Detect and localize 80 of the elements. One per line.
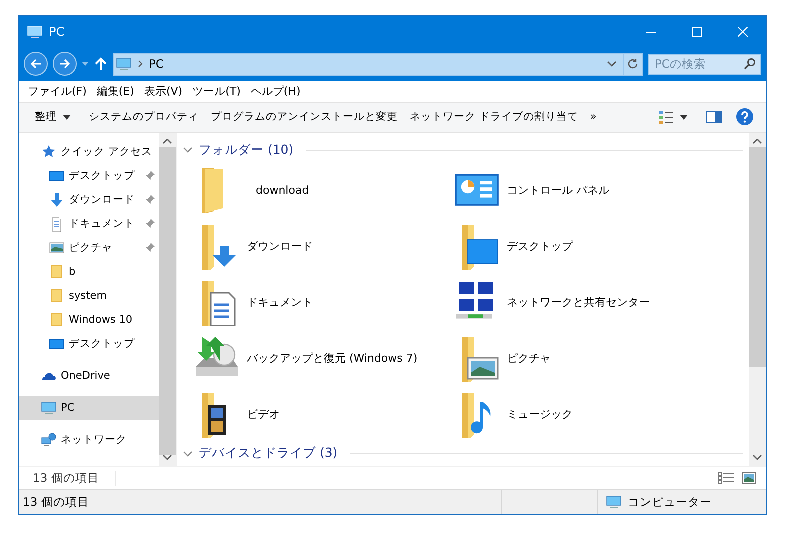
maximize-icon — [692, 27, 702, 37]
nav-item[interactable]: デスクトップ — [19, 332, 159, 356]
address-field[interactable]: PC — [113, 52, 643, 76]
nav-item[interactable]: ネットワーク — [19, 428, 159, 452]
item-count: 13 個の項目 — [33, 470, 116, 486]
forward-button[interactable] — [53, 52, 77, 76]
menu-item[interactable]: ヘルプ(H) — [246, 84, 306, 99]
toolbar-button[interactable]: 整理 — [29, 104, 83, 130]
menu-item[interactable]: ファイル(F) — [23, 84, 92, 99]
scroll-down-icon — [753, 454, 762, 460]
toolbar-button[interactable]: プログラムのアンインストールと変更 — [205, 104, 404, 130]
folder-item[interactable]: ミュージック — [453, 386, 713, 442]
search-input[interactable]: PCの検索 — [653, 56, 744, 72]
folder-item[interactable]: ビデオ — [193, 386, 453, 442]
scrollbar-thumb[interactable] — [749, 146, 766, 367]
close-icon — [738, 27, 748, 37]
preview-pane-icon[interactable] — [706, 111, 722, 124]
picture-icon — [49, 240, 65, 256]
folder-icon — [49, 288, 65, 304]
group-header: フォルダー (10) — [199, 142, 294, 159]
menu-item[interactable]: ツール(T) — [188, 84, 246, 99]
refresh-icon[interactable] — [627, 58, 639, 70]
folder-item[interactable]: download — [193, 162, 453, 218]
help-icon[interactable] — [736, 108, 754, 126]
back-arrow-icon — [30, 58, 42, 70]
folder-icon — [49, 264, 65, 280]
folder-item[interactable]: ピクチャ — [453, 330, 713, 386]
star-icon — [41, 144, 57, 160]
menu-item[interactable]: 表示(V) — [139, 84, 188, 99]
nav-item[interactable]: Windows 10 — [19, 308, 159, 332]
status-location: コンピューター — [628, 494, 712, 510]
back-button[interactable] — [24, 52, 48, 76]
up-arrow-icon[interactable] — [94, 57, 108, 72]
scrollbar[interactable] — [749, 132, 766, 466]
group-header: デバイスとドライブ (3) — [199, 445, 338, 462]
scroll-up-icon — [163, 138, 172, 144]
network-icon — [41, 432, 57, 448]
window-title: PC — [49, 25, 66, 39]
folder-item[interactable]: コントロール パネル — [453, 162, 713, 218]
details-view-icon[interactable] — [718, 472, 734, 484]
toolbar-button[interactable]: ネットワーク ドライブの割り当て — [404, 104, 584, 130]
folder-icon — [202, 168, 223, 213]
folder-item[interactable]: ネットワークと共有センター — [453, 274, 713, 330]
monitor-icon — [116, 56, 132, 72]
folder-item[interactable]: バックアップと復元 (Windows 7) — [193, 330, 453, 386]
folder-item[interactable]: デスクトップ — [453, 218, 713, 274]
folder-item[interactable]: ドキュメント — [193, 274, 453, 330]
nav-item[interactable]: クイック アクセス — [19, 140, 159, 164]
caret-icon — [680, 114, 688, 120]
status-count: 13 個の項目 — [23, 494, 90, 510]
scroll-down-icon — [163, 454, 172, 460]
nav-item[interactable]: デスクトップ — [19, 164, 159, 188]
details-view-icon — [658, 110, 674, 124]
forward-arrow-icon — [59, 58, 71, 70]
nav-item[interactable]: OneDrive — [19, 364, 159, 388]
folder-item[interactable]: ダウンロード — [193, 218, 453, 274]
nav-item[interactable]: ドキュメント — [19, 212, 159, 236]
toolbar-button[interactable]: » — [584, 104, 603, 130]
caret-icon — [63, 114, 71, 120]
nav-item[interactable]: ピクチャ — [19, 236, 159, 260]
toolbar-button[interactable]: システムのプロパティ — [83, 104, 205, 130]
nav-item[interactable]: system — [19, 284, 159, 308]
search-icon — [744, 58, 756, 70]
pc-icon — [27, 24, 43, 40]
collapse-chevron-icon[interactable] — [183, 145, 193, 156]
collapse-chevron-icon[interactable] — [183, 448, 193, 459]
nav-item[interactable]: b — [19, 260, 159, 284]
nav-item[interactable]: ダウンロード — [19, 188, 159, 212]
scroll-up-icon — [753, 138, 762, 144]
folder-icon — [49, 312, 65, 328]
menu-item[interactable]: 編集(E) — [92, 84, 140, 99]
monitor-icon — [41, 400, 57, 416]
chevron-icon — [138, 60, 143, 68]
monitor-icon — [606, 494, 622, 510]
search-field[interactable]: PCの検索 — [648, 54, 761, 75]
large-icons-view-icon[interactable] — [742, 472, 756, 484]
history-caret-icon[interactable] — [82, 62, 89, 66]
dropdown-caret-icon — [607, 61, 617, 68]
nav-item[interactable]: PC — [19, 396, 159, 420]
download-arrow-icon — [49, 192, 65, 208]
